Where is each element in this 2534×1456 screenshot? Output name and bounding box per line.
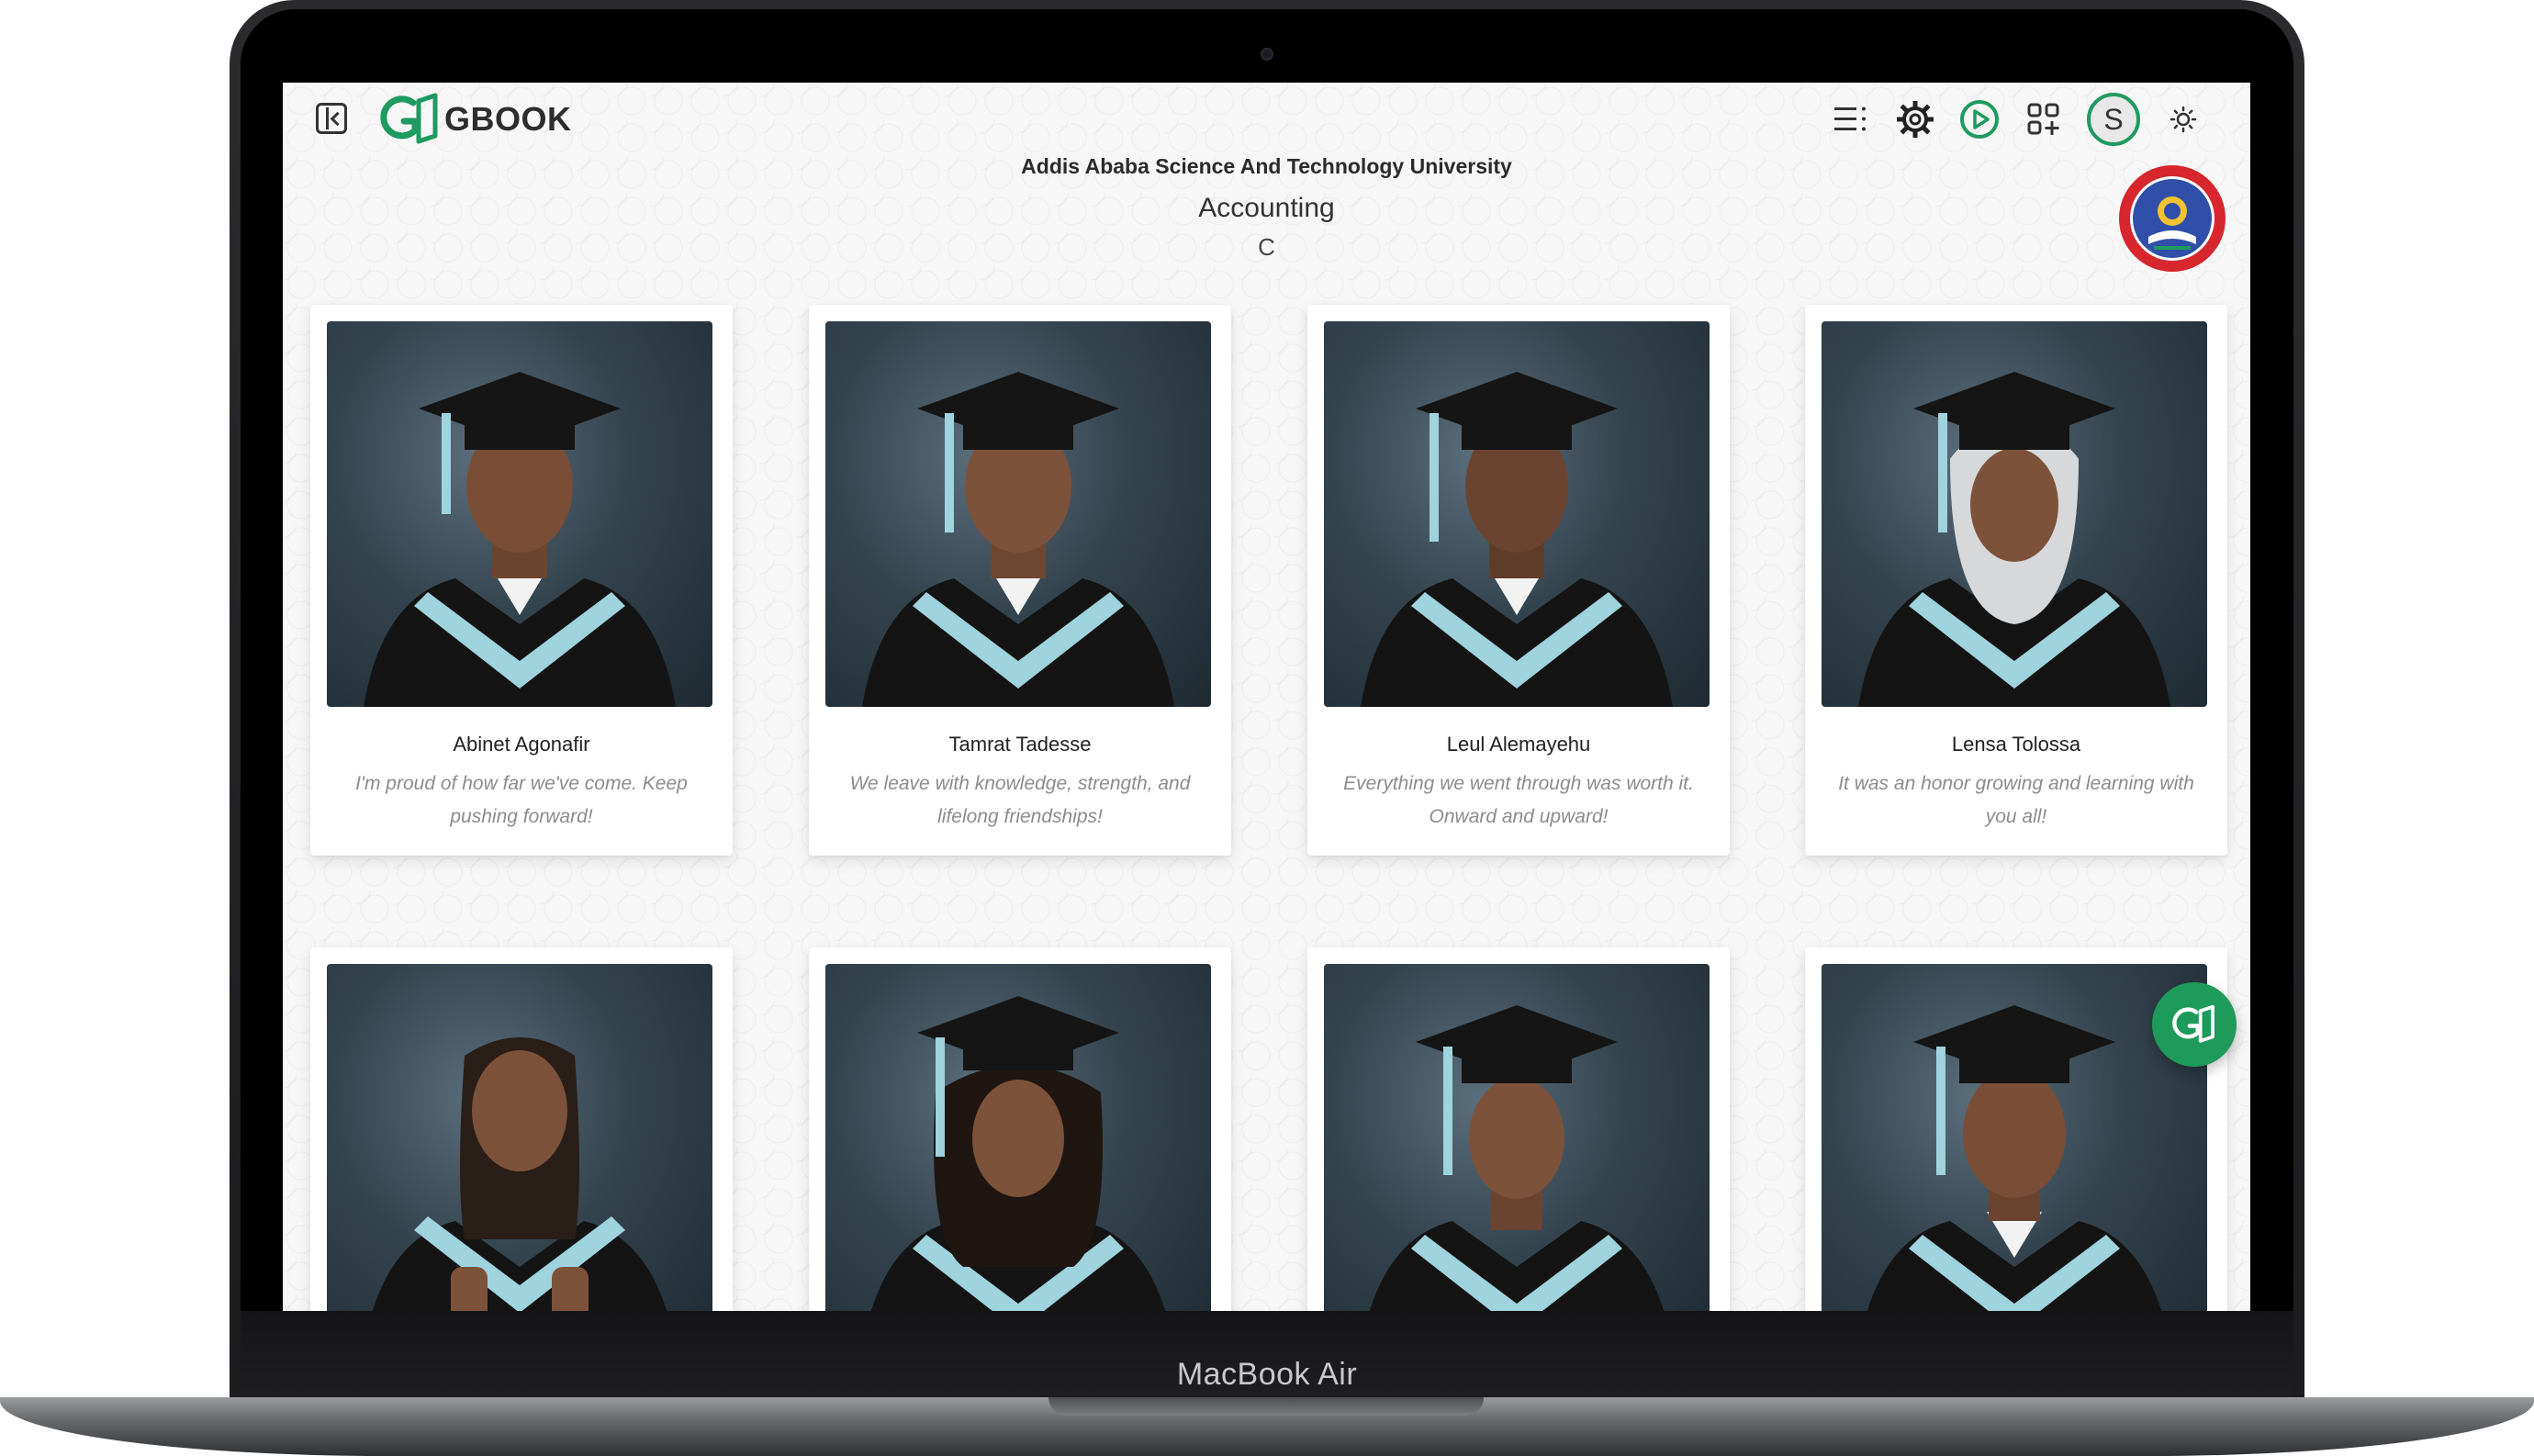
student-photo: [1822, 964, 2207, 1311]
student-name: Tamrat Tadesse: [948, 733, 1092, 756]
student-name: Leul Alemayehu: [1446, 733, 1591, 756]
student-quote: It was an honor growing and learning wit…: [1838, 773, 2194, 827]
student-photo: [1324, 964, 1710, 1311]
student-photo: [825, 321, 1211, 707]
device-label: MacBook Air: [1176, 1357, 1358, 1392]
avatar-initial: S: [2103, 102, 2124, 136]
section-name: C: [1258, 233, 1275, 261]
student-photo: [1822, 321, 2207, 707]
student-name: Lensa Tolossa: [1951, 733, 2081, 756]
student-name: Abinet Agonafir: [453, 733, 590, 756]
student-card[interactable]: [310, 947, 733, 1311]
app-logo[interactable]: GBOOK: [378, 90, 572, 149]
laptop-notch: [1048, 1397, 1484, 1416]
student-photo: [327, 964, 712, 1311]
gbook-chat-icon: [2172, 1004, 2214, 1043]
gbook-logo-icon: [380, 93, 438, 144]
toolbar: S: [1830, 92, 2204, 147]
student-quote: I'm proud of how far we've come. Keep pu…: [355, 773, 688, 827]
user-avatar[interactable]: S: [2087, 93, 2140, 146]
student-card[interactable]: Abinet Agonafir I'm proud of how far we'…: [310, 305, 733, 856]
student-card[interactable]: Leul Alemayehu Everything we went throug…: [1307, 305, 1730, 856]
chat-fab-button[interactable]: [2152, 982, 2237, 1067]
play-icon[interactable]: [1958, 98, 2001, 140]
webcam: [1261, 48, 1273, 61]
student-photo: [327, 321, 712, 707]
university-seal-logo: [2119, 165, 2226, 272]
student-quote: Everything we went through was worth it.…: [1343, 773, 1694, 827]
student-quote: We leave with knowledge, strength, and l…: [849, 773, 1191, 827]
student-photo: [825, 964, 1211, 1311]
theme-sun-icon[interactable]: [2162, 98, 2204, 140]
student-card[interactable]: Lensa Tolossa It was an honor growing an…: [1805, 305, 2227, 856]
student-card[interactable]: [1307, 947, 1730, 1311]
student-card[interactable]: Tamrat Tadesse We leave with knowledge, …: [809, 305, 1231, 856]
student-photo: [1324, 321, 1710, 707]
app-screen: GBOOK S Addis Ababa Science And Technolo…: [283, 83, 2250, 1311]
apps-icon[interactable]: [2023, 98, 2065, 140]
student-card[interactable]: [809, 947, 1231, 1311]
settings-icon[interactable]: [1894, 98, 1936, 140]
department-name: Accounting: [1198, 193, 1335, 223]
university-name: Addis Ababa Science And Technology Unive…: [1021, 154, 1512, 178]
logo-text: GBOOK: [444, 100, 572, 138]
menu-icon[interactable]: [1830, 98, 1872, 140]
sidebar-toggle-icon[interactable]: [316, 103, 347, 134]
